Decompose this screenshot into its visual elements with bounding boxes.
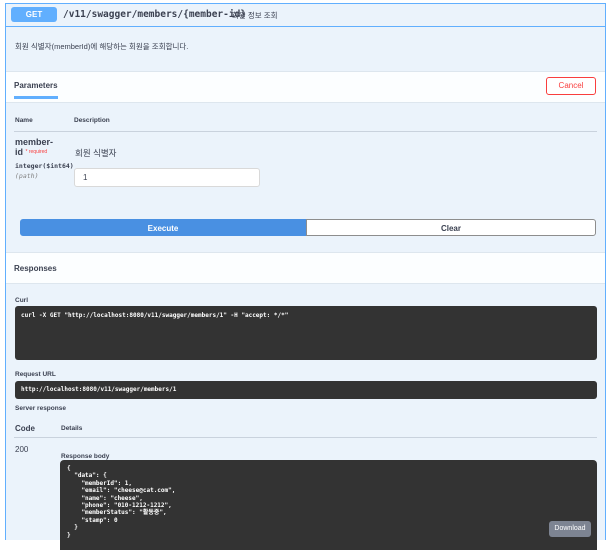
required-marker: * required [25,149,48,155]
http-method-badge: GET [11,7,57,22]
response-body-label: Response body [61,453,110,460]
endpoint-path: /v11/swagger/members/{member-id} [63,9,247,20]
parameter-location: (path) [15,172,39,180]
member-id-input[interactable]: 1 [74,168,260,187]
divider [14,437,597,438]
request-url-label: Request URL [15,371,56,378]
column-header-code: Code [15,424,35,433]
parameters-header: Parameters Cancel [6,71,605,103]
status-code: 200 [15,445,29,454]
request-url[interactable]: http://localhost:8080/v11/swagger/member… [15,381,597,399]
operation-description: 회원 식별자(memberId)에 해당하는 회원을 조회합니다. [15,42,189,51]
column-header-details: Details [61,425,83,432]
parameters-tab[interactable]: Parameters [14,81,58,99]
download-button[interactable]: Download [549,521,591,537]
parameter-description: 회원 식별자 [75,148,117,158]
divider [14,131,597,132]
responses-title: Responses [14,264,57,273]
parameter-name: member-id * required [15,137,55,157]
responses-header: Responses [6,252,605,284]
operation-block: GET /v11/swagger/members/{member-id} 회원 … [5,3,606,550]
execute-button-group: Execute Clear [20,219,596,236]
parameter-type: integer($int64) [15,162,74,170]
operation-summary[interactable]: GET /v11/swagger/members/{member-id} 회원 … [6,4,605,27]
column-header-description: Description [74,117,110,124]
cancel-button[interactable]: Cancel [546,77,596,95]
curl-command[interactable]: curl -X GET "http://localhost:8080/v11/s… [15,306,597,360]
execute-button[interactable]: Execute [20,219,306,236]
curl-label: Curl [15,297,28,304]
server-response-label: Server response [15,405,66,412]
response-body[interactable]: { "data": { "memberId": 1, "email": "che… [60,460,597,550]
column-header-name: Name [15,117,33,124]
clear-button[interactable]: Clear [306,219,596,236]
operation-summary-text: 회원 정보 조회 [232,11,278,20]
